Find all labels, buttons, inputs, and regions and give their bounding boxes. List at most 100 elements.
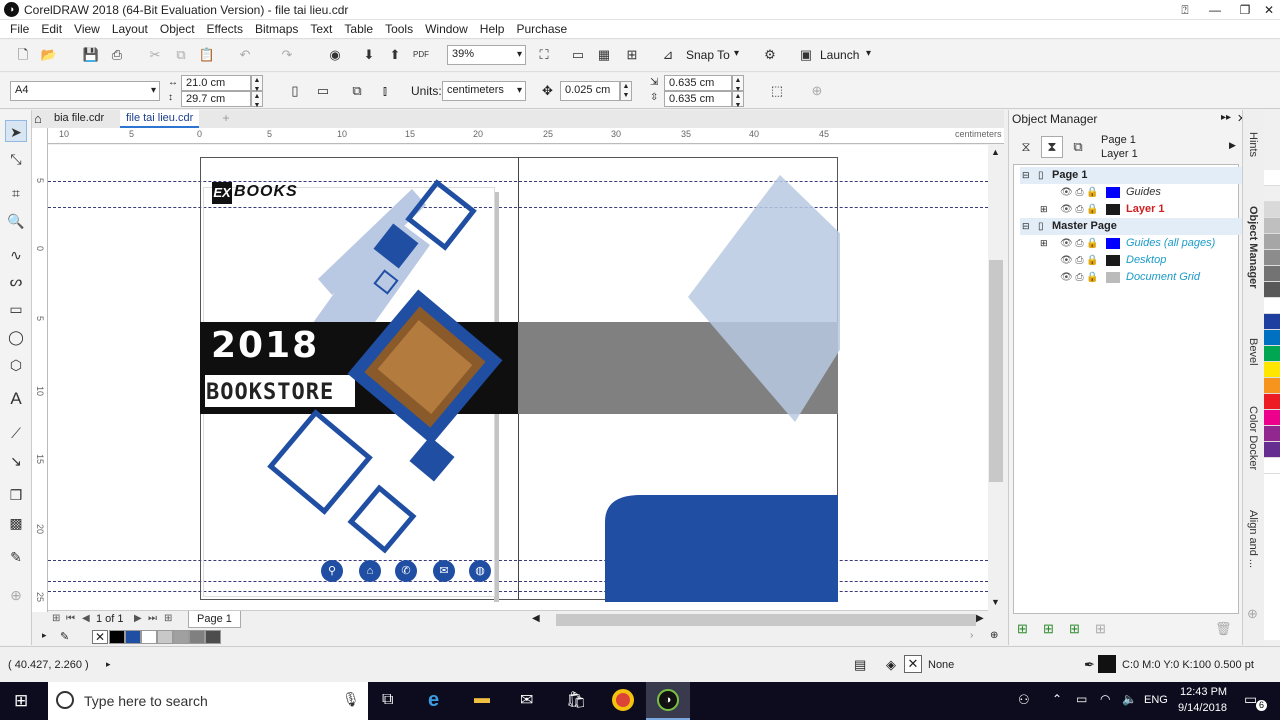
menu-text[interactable]: Text [304,22,338,37]
palette-swatch[interactable] [125,630,141,644]
network-icon[interactable]: ▭ [1076,692,1087,706]
color-swatch[interactable] [1264,186,1280,202]
grid-icon[interactable]: ▦ [593,44,615,66]
wifi-icon[interactable]: ◠ [1100,692,1110,706]
page-width-field[interactable]: 21.0 cm [181,75,251,91]
email-icon[interactable]: ✉ [433,560,455,582]
help-icon[interactable]: ⍰ [1170,0,1200,20]
connector-tool-icon[interactable]: ↘ [5,450,27,472]
eyedropper-icon[interactable]: ✎ [5,546,27,568]
launch-icon[interactable]: ▣ [795,44,817,66]
palette-menu-icon[interactable]: ▸ [42,630,47,641]
artistic-media-icon[interactable]: ᔕ [5,270,27,292]
menu-help[interactable]: Help [474,22,511,37]
chevron-up-icon[interactable]: ⌃ [1052,692,1062,706]
layer-visibility-icon[interactable]: 👁 ⎙ 🔒 [1060,201,1099,218]
edit-across-layers-icon[interactable]: ⧗ [1041,136,1063,158]
task-view-icon[interactable]: ⧉ [382,691,393,709]
phone-icon[interactable]: ✆ [395,560,417,582]
layer-visibility-icon[interactable]: 👁 ⎙ 🔒 [1060,269,1099,286]
all-pages-icon[interactable]: ⧉ [346,80,368,102]
color-swatch[interactable] [1264,282,1280,298]
add-docker-icon[interactable]: ⊕ [1247,606,1258,622]
logo-text[interactable]: BOOKS [234,183,298,201]
pdf-icon[interactable]: PDF [410,44,432,66]
nudge-distance-field[interactable]: 0.025 cm [560,81,620,101]
docker-expand-icon[interactable]: ▸▸ [1221,112,1231,123]
crop-tool-icon[interactable]: ⌗ [5,182,27,204]
menu-file[interactable]: File [4,22,35,37]
palette-swatch[interactable] [141,630,157,644]
dup-x-spinner[interactable]: ▲ ▼ [732,75,744,93]
scroll-down-icon[interactable]: ▼ [991,597,1000,607]
layer-color-swatch[interactable] [1106,204,1120,215]
tab-hints[interactable]: Hints [1247,132,1259,157]
color-swatch[interactable] [1264,330,1280,346]
tab-object-manager[interactable]: Object Manager [1247,206,1259,289]
pick-tool-icon[interactable]: ➤ [5,120,27,142]
nudge-spinner[interactable]: ▲ ▼ [620,81,632,101]
horizontal-ruler[interactable]: 10 5 0 5 10 15 20 25 30 35 40 45 centimeters [47,128,1004,144]
zoom-level-field[interactable]: 39% [447,45,526,65]
tree-row[interactable]: ⊟ ▯ Page 1 [1020,167,1244,184]
add-page-after-icon[interactable]: ⊞ [164,613,172,624]
duplicate-y-field[interactable]: 0.635 cm [664,91,732,107]
coreldraw-task[interactable]: ◑ [646,682,690,720]
full-screen-icon[interactable]: ▭ [567,44,589,66]
drop-shadow-icon[interactable]: ❒ [5,484,27,506]
chevron-right-icon[interactable]: ▶ [1229,140,1236,151]
import-icon[interactable]: ⬇ [358,44,380,66]
landscape-icon[interactable]: ▭ [312,80,334,102]
portrait-icon[interactable]: ▯ [284,80,306,102]
tab-bia-file[interactable]: bia file.cdr [48,110,111,128]
expand-icon[interactable]: ⊞ [1040,201,1048,218]
color-swatch[interactable] [1264,410,1280,426]
scroll-left-icon[interactable]: ◀ [532,613,540,624]
outline-pen-icon[interactable]: ✒ [1084,657,1095,673]
layer-visibility-icon[interactable]: 👁 ⎙ 🔒 [1060,235,1099,252]
tab-bevel[interactable]: Bevel [1247,338,1259,366]
menu-purchase[interactable]: Purchase [510,22,573,37]
palette-swatch[interactable] [109,630,125,644]
color-swatch[interactable] [1264,314,1280,330]
snap-icon[interactable]: ⊿ [657,44,679,66]
drawing-canvas[interactable]: EX BOOKS 2018 BOOKSTORE ⚲ ⌂ ✆ ✉ ◍ [48,145,988,610]
tree-row[interactable]: ⊞ 👁 ⎙ 🔒 Guides (all pages) [1020,235,1244,252]
add-tool-icon[interactable]: ⊕ [5,584,27,606]
menu-layout[interactable]: Layout [106,22,154,37]
zoom-tool-icon[interactable]: 🔍 [5,210,27,232]
no-fill-swatch[interactable]: ✕ [904,655,922,673]
clock-time[interactable]: 12:43 PM [1180,686,1227,698]
launch-dropdown[interactable]: Launch [820,48,859,62]
vertical-ruler[interactable]: 5 0 5 10 15 20 25 [32,128,48,612]
store-icon[interactable]: 🛍 [566,690,586,710]
save-icon[interactable]: 💾 [80,44,102,66]
expand-icon[interactable]: ⊟ [1022,218,1030,235]
open-icon[interactable]: 📂 [38,44,60,66]
tab-color-docker[interactable]: Color Docker [1247,406,1259,470]
status-menu-icon[interactable]: ▸ [106,659,111,670]
search-content-icon[interactable]: ◉ [324,44,346,66]
last-page-icon[interactable]: ⏭ [148,613,157,624]
freehand-tool-icon[interactable]: ∿ [5,244,27,266]
current-page-icon[interactable]: ⫾ [374,80,396,102]
menu-window[interactable]: Window [419,22,474,37]
expand-icon[interactable]: ⊟ [1022,167,1030,184]
palette-scroll-icon[interactable]: › [970,630,973,641]
solid-diamond-bottom[interactable] [409,436,455,482]
ellipse-tool-icon[interactable]: ◯ [5,326,27,348]
snap-to-dropdown[interactable]: Snap To [686,48,730,62]
page-border-icon[interactable]: ⬚ [766,80,788,102]
vertical-scrollbar[interactable]: ▲ ▼ [988,145,1004,610]
menu-bitmaps[interactable]: Bitmaps [249,22,304,37]
microphone-icon[interactable]: 🎙 [342,691,360,708]
parallel-dimension-icon[interactable]: ⟋ [5,422,27,444]
tab-file-tai-lieu[interactable]: file tai lieu.cdr [120,110,200,128]
height-spinner[interactable]: ▲ ▼ [251,91,263,109]
page-size-select[interactable]: A4 [10,81,160,101]
width-spinner[interactable]: ▲ ▼ [251,75,263,93]
next-page-icon[interactable]: ▶ [134,613,142,624]
undo-icon[interactable]: ↶ [234,44,256,66]
color-swatch[interactable] [1264,266,1280,282]
expand-icon[interactable]: ⊞ [1040,235,1048,252]
